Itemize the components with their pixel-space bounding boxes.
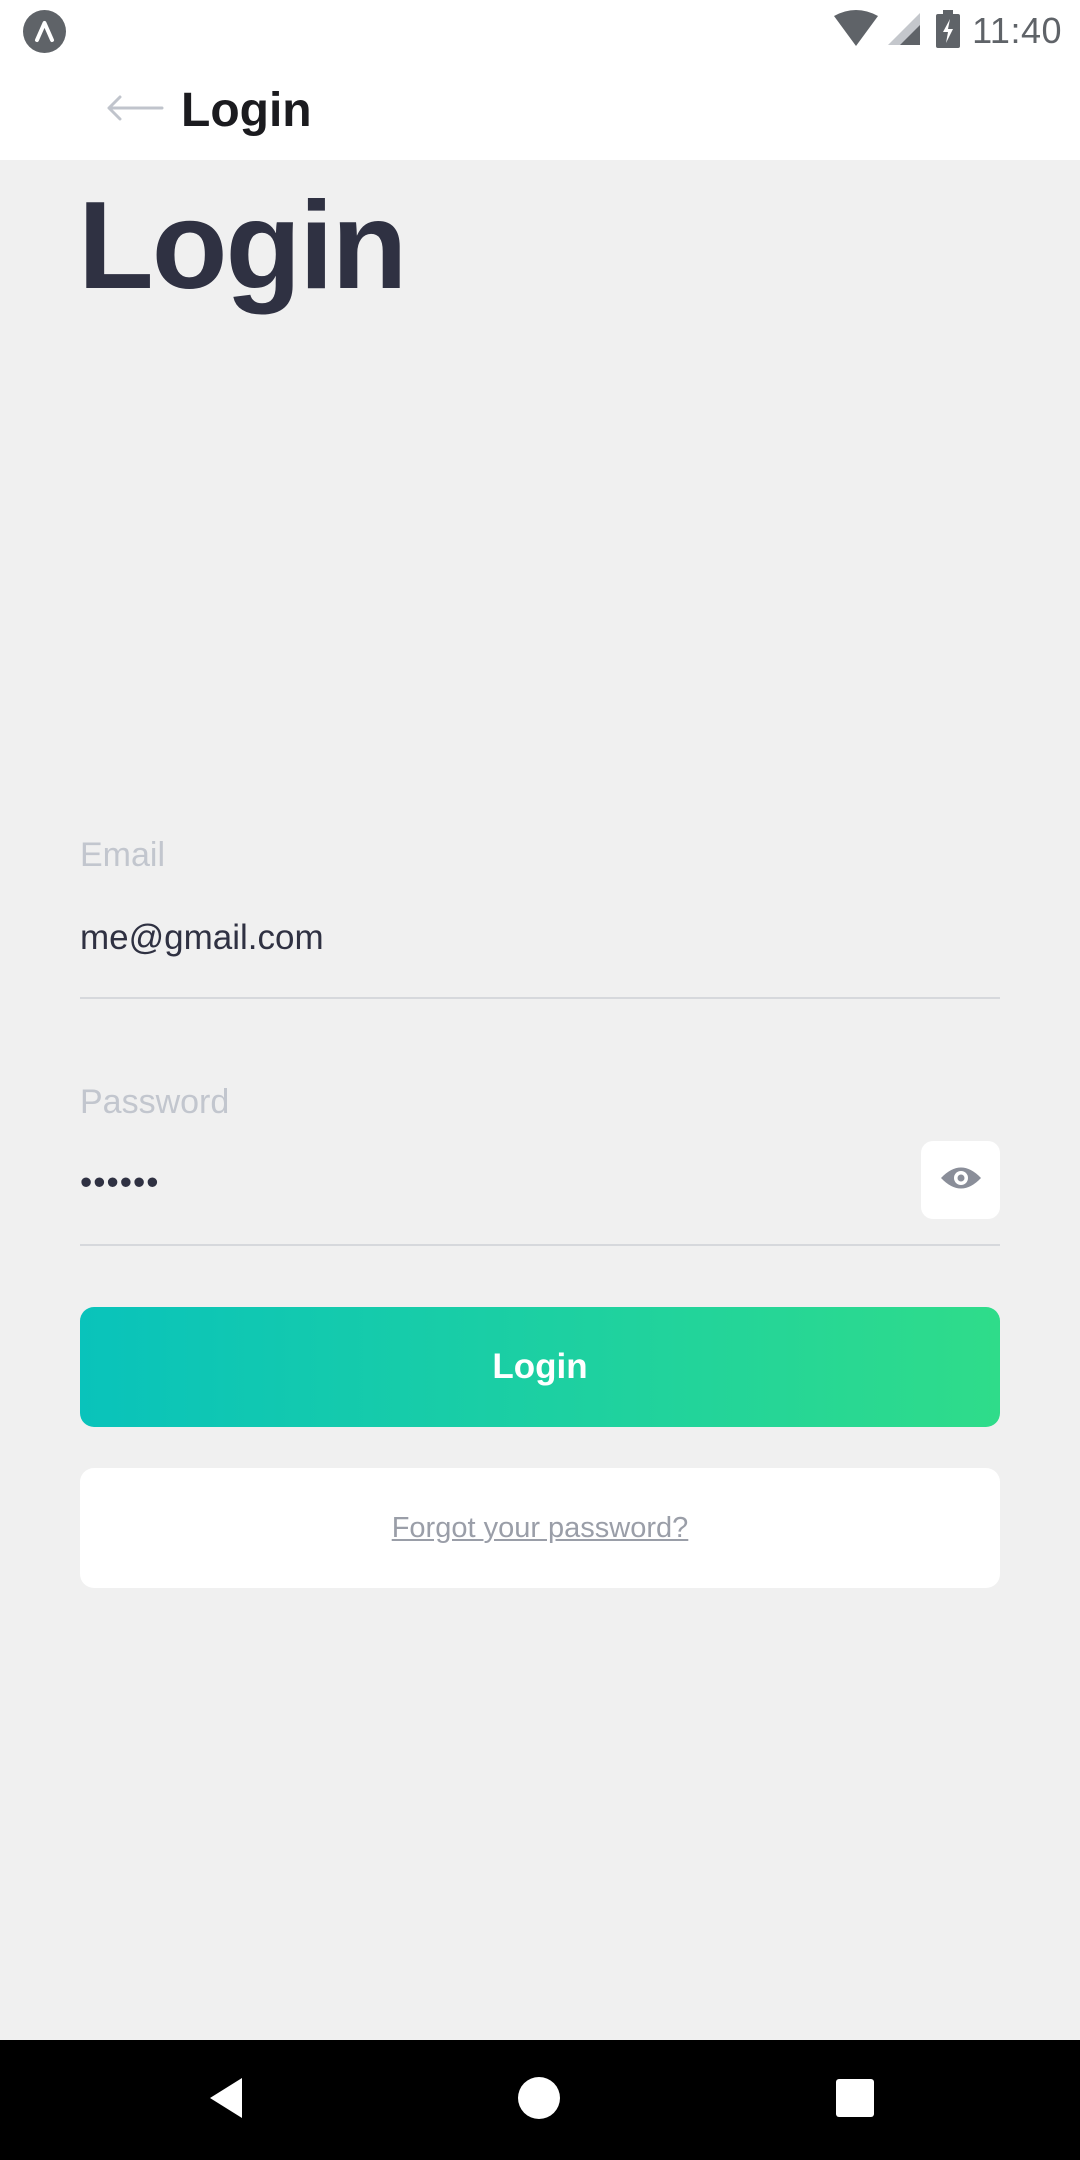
- password-underline: [80, 1244, 1000, 1246]
- nav-back-button[interactable]: [194, 2068, 258, 2132]
- arrow-left-icon: [106, 95, 164, 126]
- recents-square-icon: [836, 2078, 874, 2122]
- forgot-password-link[interactable]: Forgot your password?: [392, 1512, 689, 1545]
- email-input[interactable]: me@gmail.com: [80, 918, 324, 958]
- login-button[interactable]: Login: [80, 1307, 1000, 1427]
- password-label: Password: [80, 1083, 230, 1121]
- eye-icon: [939, 1163, 983, 1198]
- password-input[interactable]: ••••••: [80, 1163, 160, 1203]
- page-title: Login: [78, 177, 407, 315]
- system-nav-bar: [0, 2040, 1080, 2160]
- password-visibility-toggle[interactable]: [921, 1141, 1000, 1219]
- email-label: Email: [80, 836, 166, 874]
- nav-recents-button[interactable]: [823, 2068, 887, 2132]
- cellular-signal-icon: [886, 11, 922, 52]
- back-button[interactable]: [100, 85, 170, 135]
- status-bar: 11:40: [0, 0, 1080, 63]
- nav-home-button[interactable]: [507, 2068, 571, 2132]
- battery-charging-icon: [936, 9, 961, 53]
- status-indicators: 11:40: [832, 8, 1062, 54]
- forgot-password-card: Forgot your password?: [80, 1468, 1000, 1588]
- email-underline: [80, 997, 1000, 999]
- home-circle-icon: [517, 2076, 561, 2125]
- app-bar-title: Login: [181, 84, 312, 137]
- status-time: 11:40: [972, 10, 1062, 51]
- app-bar: Login: [0, 63, 1080, 160]
- back-triangle-icon: [206, 2076, 246, 2125]
- app-notification-icon: [23, 10, 66, 53]
- wifi-icon: [832, 9, 880, 53]
